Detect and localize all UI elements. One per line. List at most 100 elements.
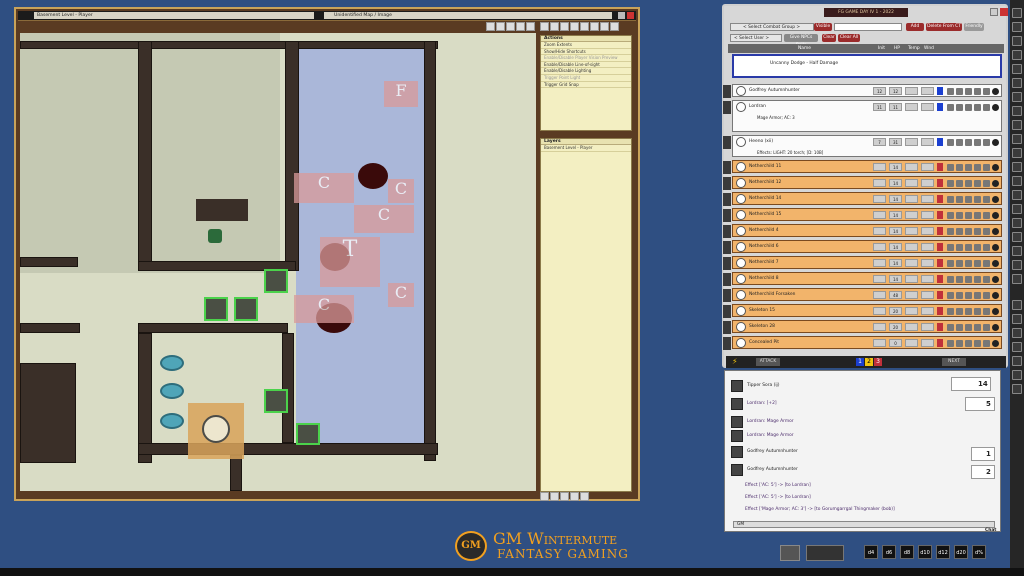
wounds-cell[interactable]: [921, 323, 934, 331]
modifier-box[interactable]: [780, 545, 800, 561]
temp-cell[interactable]: [905, 275, 918, 283]
hp-cell[interactable]: 0: [889, 339, 902, 347]
list-icon[interactable]: [974, 308, 981, 315]
help-icon[interactable]: [990, 8, 998, 16]
target-icon[interactable]: [947, 260, 954, 267]
clear-button[interactable]: Clear: [822, 34, 836, 42]
temp-cell[interactable]: [905, 103, 918, 111]
target-icon[interactable]: [947, 88, 954, 95]
action-item[interactable]: Trigger Grid Snap: [541, 82, 631, 89]
sidebar-icon[interactable]: [1012, 356, 1022, 366]
restore-icon[interactable]: [618, 12, 625, 19]
combatant-name[interactable]: Netherchild 11: [749, 164, 781, 169]
temp-cell[interactable]: [905, 227, 918, 235]
gear-icon[interactable]: [983, 196, 990, 203]
dice-d%-icon[interactable]: d%: [972, 545, 986, 559]
ct-row[interactable]: Heeno (xii) 7 31 Effects: LIGHT: 20 torch; …: [723, 135, 1002, 157]
temp-cell[interactable]: [905, 259, 918, 267]
gear-icon[interactable]: [983, 260, 990, 267]
init-cell[interactable]: [873, 259, 886, 267]
ct-row[interactable]: Concealed Pit 0: [723, 336, 1002, 350]
ct-row[interactable]: Godfrey Autumnhunter 12 12: [723, 84, 1002, 98]
clear-all-button[interactable]: Clear All: [838, 34, 860, 42]
target-icon[interactable]: [947, 244, 954, 251]
combatant-name[interactable]: Skeleton 28: [749, 324, 775, 329]
shield-icon[interactable]: [956, 164, 963, 171]
faction-badge[interactable]: [937, 259, 943, 267]
delete-icon[interactable]: [992, 104, 999, 111]
eye-icon[interactable]: [965, 276, 972, 283]
add-button[interactable]: Add: [906, 23, 924, 31]
delete-from-ct-button[interactable]: Delete From CT: [926, 23, 962, 31]
wounds-cell[interactable]: [921, 87, 934, 95]
delete-icon[interactable]: [992, 308, 999, 315]
list-icon[interactable]: [974, 244, 981, 251]
hand-icon[interactable]: [550, 492, 559, 501]
shield-icon[interactable]: [956, 244, 963, 251]
init-cell[interactable]: [873, 339, 886, 347]
combatant-name[interactable]: Heeno (xii): [749, 139, 773, 144]
delete-icon[interactable]: [992, 180, 999, 187]
temp-cell[interactable]: [905, 195, 918, 203]
eye-icon[interactable]: [965, 260, 972, 267]
target-icon[interactable]: [947, 196, 954, 203]
group-name-input[interactable]: [834, 23, 902, 31]
delete-icon[interactable]: [992, 228, 999, 235]
init-cell[interactable]: [873, 243, 886, 251]
combatant-name[interactable]: Lordran: [749, 104, 766, 109]
delete-icon[interactable]: [992, 260, 999, 267]
token-icon[interactable]: [736, 290, 746, 300]
temp-cell[interactable]: [905, 291, 918, 299]
list-icon[interactable]: [974, 164, 981, 171]
eye-icon[interactable]: [965, 164, 972, 171]
init-cell[interactable]: [873, 211, 886, 219]
list-icon[interactable]: [974, 324, 981, 331]
wounds-cell[interactable]: [921, 275, 934, 283]
ct-row[interactable]: Netherchild 7 14: [723, 256, 1002, 270]
sidebar-icon[interactable]: [1012, 342, 1022, 352]
eye-icon[interactable]: [965, 88, 972, 95]
init-cell[interactable]: [873, 163, 886, 171]
map-label-c[interactable]: C: [388, 283, 414, 307]
faction-badge[interactable]: [937, 211, 943, 219]
list-icon[interactable]: [974, 292, 981, 299]
temp-cell[interactable]: [905, 211, 918, 219]
delete-icon[interactable]: [992, 324, 999, 331]
target-icon[interactable]: [947, 212, 954, 219]
give-npc-rolls-button[interactable]: Give NPCs Rolls: [784, 34, 818, 48]
sidebar-icon[interactable]: [1012, 232, 1022, 242]
gear-icon[interactable]: [983, 308, 990, 315]
combatant-name[interactable]: Concealed Pit: [749, 340, 779, 345]
map-label-f[interactable]: F: [384, 81, 418, 107]
settings-icon[interactable]: [580, 492, 589, 501]
layer-item[interactable]: Basement Level - Player: [541, 145, 631, 152]
hp-cell[interactable]: 14: [889, 195, 902, 203]
map-label-c[interactable]: C: [294, 173, 354, 203]
sidebar-icon[interactable]: [1012, 328, 1022, 338]
token-icon[interactable]: [736, 86, 746, 96]
attack-button[interactable]: ATTACK: [756, 358, 780, 366]
visible-button[interactable]: Visible: [814, 23, 832, 31]
combatant-name[interactable]: Godfrey Autumnhunter: [749, 88, 800, 93]
ct-row[interactable]: Netherchild 14 14: [723, 192, 1002, 206]
action-item[interactable]: Enable/Disable Player Vision Preview: [541, 55, 631, 62]
gear-icon[interactable]: [983, 276, 990, 283]
hp-cell[interactable]: 14: [889, 243, 902, 251]
light-icon[interactable]: [580, 22, 589, 31]
sidebar-icon[interactable]: [1012, 36, 1022, 46]
init-cell[interactable]: [873, 195, 886, 203]
wounds-cell[interactable]: [921, 211, 934, 219]
map-label-c[interactable]: C: [354, 205, 414, 233]
gear-icon[interactable]: [983, 292, 990, 299]
faction-badge[interactable]: [937, 138, 943, 146]
temp-cell[interactable]: [905, 87, 918, 95]
hp-cell[interactable]: 14: [889, 227, 902, 235]
wounds-cell[interactable]: [921, 259, 934, 267]
shield-icon[interactable]: [956, 292, 963, 299]
eye-icon[interactable]: [965, 292, 972, 299]
combatant-name[interactable]: Netherchild 12: [749, 180, 781, 185]
sidebar-icon[interactable]: [1012, 300, 1022, 310]
temp-cell[interactable]: [905, 339, 918, 347]
wounds-cell[interactable]: [921, 138, 934, 146]
map-label-t[interactable]: T: [320, 237, 380, 287]
